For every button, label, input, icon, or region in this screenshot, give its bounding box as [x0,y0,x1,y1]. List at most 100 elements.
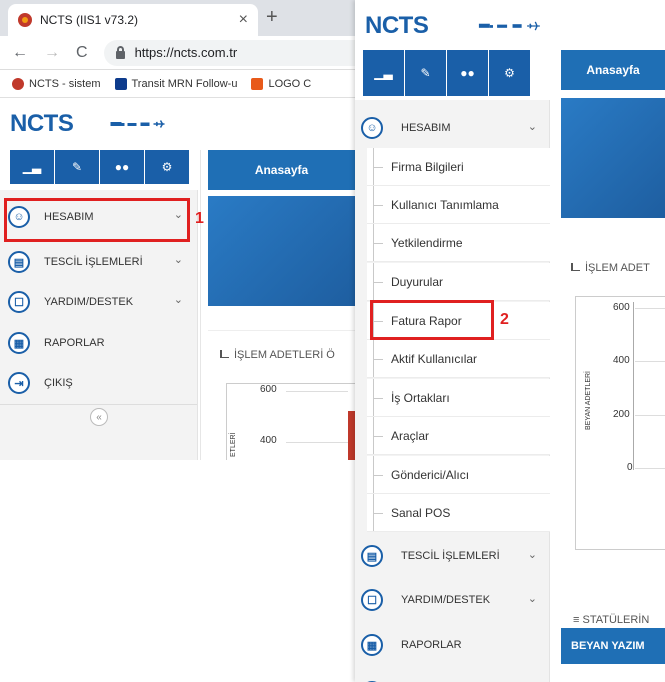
chat-circle-icon: ☐ [8,291,30,313]
chevron-down-icon: ⌄ [173,294,183,306]
gridline [635,415,665,416]
browser-tab-bar: NCTS (IIS1 v73.2) × + [0,0,355,36]
status-section-title: ≡ STATÜLERİN [573,614,650,626]
edit-button[interactable]: ✎ [405,50,447,96]
sidebar-item-raporlar[interactable]: ▦ RAPORLAR [0,324,197,362]
submenu-item-yetkilendirme[interactable]: Yetkilendirme [367,224,550,262]
chevron-down-icon: ⌄ [527,549,537,561]
chart-card: İŞLEM ADETLERİ Ö 600 400 ETLERİ [208,330,355,460]
highlight-box-hesabim [4,198,190,242]
gridline [286,442,348,443]
sidebar-item-yardim[interactable]: ☐ YARDIM/DESTEK ⌄ [0,283,197,321]
back-icon[interactable]: ← [12,44,28,62]
submenu-item-kullanici-tanimlama[interactable]: Kullanıcı Tanımlama [367,186,550,224]
document-circle-icon: ▤ [361,545,383,567]
sidebar-item-tescil[interactable]: ▤ TESCİL İŞLEMLERİ ⌄ [0,243,197,281]
sidebar-item-tescil[interactable]: ▤ TESCİL İŞLEMLERİ ⌄ [355,536,549,576]
document-circle-icon: ▤ [8,251,30,273]
submenu-item-firma-bilgileri[interactable]: Firma Bilgileri [367,148,550,186]
users-icon: ●● [114,160,130,174]
gears-icon: ⚙ [161,160,173,174]
pencil-icon: ✎ [420,66,431,80]
gridline [635,308,665,309]
lock-icon [115,45,125,59]
home-button[interactable]: Anasayfa [561,50,665,90]
sidebar-item-cikis[interactable]: ⇥ ÇIKIŞ [0,364,197,402]
ncts-bookmark-icon [12,77,24,90]
submenu-item-duyurular[interactable]: Duyurular [367,263,550,301]
report-circle-icon: ▦ [361,634,383,656]
y-tick-label: 400 [260,435,277,446]
tab-title: NCTS (IIS1 v73.2) [40,13,139,27]
chevron-down-icon: ⌄ [527,121,537,133]
users-button[interactable]: ●● [100,150,145,184]
settings-button[interactable]: ⚙ [145,150,190,184]
users-circle-icon: ☺ [361,117,383,139]
forward-icon[interactable]: → [44,44,60,62]
signal-icon: ▁▃ [22,160,42,174]
submenu-item-gonderici-alici[interactable]: Gönderici/Alıcı [367,456,550,494]
chevron-down-icon: ⌄ [527,593,537,605]
sidebar: ☺ HESABIM ⌄ Firma Bilgileri Kullanıcı Ta… [355,100,550,682]
logo-bookmark-icon [251,77,264,90]
gridline [635,468,665,469]
step-marker-1: 1 [195,210,204,227]
bookmarks-bar: NCTS - sistem Transit MRN Follow-u LOGO … [0,70,355,98]
users-button[interactable]: ●● [447,50,489,96]
url-text: https://ncts.com.tr [134,45,238,60]
close-tab-icon[interactable]: × [239,11,248,29]
y-tick-label: 600 [613,302,630,313]
sidebar-item-raporlar[interactable]: ▦ RAPORLAR [355,625,549,665]
submenu-item-is-ortaklari[interactable]: İş Ortakları [367,379,550,417]
y-tick-label: 200 [613,409,630,420]
y-axis-line [633,302,634,470]
quick-toolbar: ▁▃ ✎ ●● ⚙ [10,150,190,184]
submenu-item-sanal-pos[interactable]: Sanal POS [367,494,550,532]
y-axis-label: ETLERİ [230,432,237,457]
step-marker-2: 2 [500,311,509,328]
chevron-down-icon: ⌄ [173,254,183,266]
new-tab-button[interactable]: + [266,6,278,29]
banner-image [561,98,665,218]
logout-circle-icon: ⇥ [8,372,30,394]
beyan-yazim-button[interactable]: BEYAN YAZIM [561,628,665,664]
collapse-sidebar-button[interactable]: « [90,408,108,426]
quick-toolbar: ▁▃ ✎ ●● ⚙ [363,50,531,96]
chart-title: İŞLEM ADET [571,262,650,274]
highlight-box-fatura-rapor [370,300,494,340]
bar-chart-icon [220,350,229,358]
gridline [635,361,665,362]
signal-button[interactable]: ▁▃ [10,150,55,184]
transport-vehicles-icon [110,120,165,128]
brand-logo[interactable]: NCTS [365,12,588,40]
brand-logo[interactable]: NCTS [10,110,193,138]
chart-plot-area [226,383,355,460]
gears-icon: ⚙ [504,66,515,80]
submenu-item-araclar[interactable]: Araçlar [367,417,550,455]
sidebar-item-hesabim[interactable]: ☺ HESABIM ⌄ [355,108,549,148]
sidebar-item-yardim[interactable]: ☐ YARDIM/DESTEK ⌄ [355,580,549,620]
reload-icon[interactable]: C [76,44,88,62]
submenu-item-aktif-kullanicilar[interactable]: Aktif Kullanıcılar [367,340,550,378]
y-axis-label: BEYAN ADETLERİ [585,370,592,430]
home-button[interactable]: Anasayfa [208,150,355,190]
y-tick-label: 400 [613,355,630,366]
chat-circle-icon: ☐ [361,589,383,611]
y-tick-label: 600 [260,384,277,395]
settings-button[interactable]: ⚙ [489,50,531,96]
users-icon: ●● [460,66,475,80]
ncts-favicon-icon [18,13,32,27]
bookmark-transit[interactable]: Transit MRN Follow-u [114,77,237,90]
url-field[interactable]: https://ncts.com.tr [103,39,355,66]
signal-button[interactable]: ▁▃ [363,50,405,96]
address-bar: ← → C https://ncts.com.tr [0,36,355,70]
screenshot-panel-1: NCTS (IIS1 v73.2) × + ← → C https://ncts… [0,0,355,460]
divider [200,150,201,460]
bookmark-logo[interactable]: LOGO C [251,77,311,90]
edit-button[interactable]: ✎ [55,150,100,184]
chart-bar [348,411,355,460]
browser-tab[interactable]: NCTS (IIS1 v73.2) × [8,4,258,36]
banner-image [208,196,355,306]
bookmark-ncts[interactable]: NCTS - sistem [12,77,101,90]
sidebar-item-next[interactable] [355,672,549,682]
